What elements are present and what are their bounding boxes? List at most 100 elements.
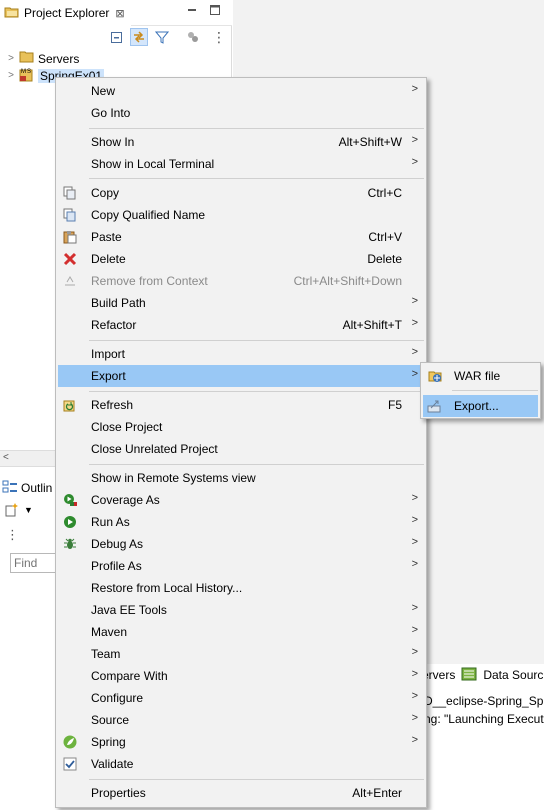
menu-item-shortcut: Ctrl+V	[368, 230, 402, 244]
focus-icon[interactable]	[184, 28, 202, 46]
folder-icon	[19, 50, 35, 67]
scroll-left-icon[interactable]: <	[3, 452, 9, 463]
project-explorer-icon	[4, 4, 20, 23]
menu-item-configure[interactable]: Configure >	[58, 687, 424, 709]
menu-item-label: Spring	[91, 735, 126, 749]
console-line: D__eclipse-Spring_Sprin	[424, 694, 544, 708]
submenu-item-war-file[interactable]: WAR file	[423, 365, 538, 387]
menu-item-close-unrelated-project[interactable]: Close Unrelated Project	[58, 438, 424, 460]
menu-item-maven[interactable]: Maven >	[58, 621, 424, 643]
tree-item-servers[interactable]: > Servers	[6, 50, 79, 67]
remove-context-icon	[62, 273, 78, 289]
export-submenu: WAR file Export...	[420, 362, 541, 419]
menu-item-source[interactable]: Source >	[58, 709, 424, 731]
submenu-arrow-icon: >	[411, 368, 418, 380]
coverage-icon	[62, 492, 78, 508]
menu-item-label: Show In	[91, 135, 135, 149]
menu-item-label: Paste	[91, 230, 122, 244]
copy-qualified-icon	[62, 207, 78, 223]
menu-item-label: Compare With	[91, 669, 168, 683]
tab-outline[interactable]: Outlin	[2, 479, 52, 497]
menu-item-refresh[interactable]: Refresh F5	[58, 394, 424, 416]
menu-item-label: Source	[91, 713, 130, 727]
menu-item-label: Go Into	[91, 106, 131, 120]
menu-separator	[89, 340, 424, 341]
submenu-arrow-icon: >	[411, 624, 418, 636]
menu-item-copy[interactable]: Copy Ctrl+C	[58, 182, 424, 204]
menu-item-label: Import	[91, 347, 126, 361]
menu-item-profile-as[interactable]: Profile As >	[58, 555, 424, 577]
view-menu-icon[interactable]: ⋮	[210, 28, 228, 46]
menu-item-copy-qualified-name[interactable]: Copy Qualified Name	[58, 204, 424, 226]
submenu-arrow-icon: >	[411, 646, 418, 658]
menu-separator	[89, 128, 424, 129]
menu-item-close-project[interactable]: Close Project	[58, 416, 424, 438]
menu-item-java-ee-tools[interactable]: Java EE Tools >	[58, 599, 424, 621]
collapse-all-icon[interactable]	[108, 28, 126, 46]
menu-item-label: Remove from Context	[91, 274, 208, 288]
menu-item-show-in[interactable]: Show In Alt+Shift+W >	[58, 131, 424, 153]
find-input[interactable]	[10, 553, 58, 573]
submenu-item-label: WAR file	[454, 369, 501, 383]
menu-item-run-as[interactable]: Run As >	[58, 511, 424, 533]
submenu-item-label: Export...	[454, 399, 499, 413]
debug-icon	[62, 536, 78, 552]
expand-arrow-icon[interactable]: >	[6, 70, 16, 81]
link-with-editor-icon[interactable]	[130, 28, 148, 46]
menu-item-new[interactable]: New >	[58, 80, 424, 102]
menu-item-label: Team	[91, 647, 121, 661]
menu-item-import[interactable]: Import >	[58, 343, 424, 365]
menu-item-label: Profile As	[91, 559, 142, 573]
delete-icon	[62, 251, 78, 267]
menu-separator	[89, 391, 424, 392]
new-icon[interactable]	[4, 502, 20, 521]
menu-item-show-in-remote-systems-view[interactable]: Show in Remote Systems view	[58, 467, 424, 489]
menu-item-label: Close Unrelated Project	[91, 442, 218, 456]
dropdown-icon[interactable]: ▼	[24, 505, 33, 515]
submenu-item-export[interactable]: Export...	[423, 395, 538, 417]
menu-item-debug-as[interactable]: Debug As >	[58, 533, 424, 555]
submenu-arrow-icon: >	[411, 514, 418, 526]
menu-item-label: Validate	[91, 757, 134, 771]
menu-item-refactor[interactable]: Refactor Alt+Shift+T >	[58, 314, 424, 336]
menu-item-label: Refresh	[91, 398, 134, 412]
menu-separator	[89, 464, 424, 465]
menu-item-properties[interactable]: Properties Alt+Enter	[58, 782, 424, 804]
menu-item-validate[interactable]: Validate	[58, 753, 424, 775]
menu-item-paste[interactable]: Paste Ctrl+V	[58, 226, 424, 248]
submenu-arrow-icon: >	[411, 690, 418, 702]
menu-item-label: Show in Local Terminal	[91, 157, 215, 171]
horizontal-scrollbar[interactable]: <	[0, 450, 60, 466]
menu-item-export[interactable]: Export >	[58, 365, 424, 387]
menu-item-label: Copy Qualified Name	[91, 208, 206, 222]
menu-item-build-path[interactable]: Build Path >	[58, 292, 424, 314]
tab-data-source[interactable]: Data Sourc	[483, 668, 543, 682]
submenu-arrow-icon: >	[411, 536, 418, 548]
svg-text:S: S	[27, 69, 31, 75]
maximize-icon[interactable]	[209, 4, 221, 16]
menu-item-show-in-local-terminal[interactable]: Show in Local Terminal >	[58, 153, 424, 175]
minimize-icon[interactable]	[186, 4, 198, 16]
tab-servers[interactable]: ervers	[422, 668, 455, 682]
menu-item-spring[interactable]: Spring >	[58, 731, 424, 753]
run-icon	[62, 514, 78, 530]
menu-item-delete[interactable]: Delete Delete	[58, 248, 424, 270]
menu-item-label: Maven	[91, 625, 128, 639]
submenu-arrow-icon: >	[411, 492, 418, 504]
view-menu-icon[interactable]: ⋮	[6, 527, 19, 543]
menu-item-restore-from-local-history[interactable]: Restore from Local History...	[58, 577, 424, 599]
submenu-arrow-icon: >	[411, 156, 418, 168]
menu-item-team[interactable]: Team >	[58, 643, 424, 665]
menu-item-shortcut: Ctrl+Alt+Shift+Down	[293, 274, 402, 288]
menu-item-label: Coverage As	[91, 493, 160, 507]
filter-icon[interactable]	[153, 28, 171, 46]
tab-project-explorer[interactable]: Project Explorer ⊠	[0, 0, 131, 26]
menu-item-shortcut: Alt+Shift+W	[338, 135, 402, 149]
menu-item-label: Export	[91, 369, 126, 383]
close-icon[interactable]: ⊠	[115, 7, 124, 20]
menu-separator	[89, 779, 424, 780]
menu-item-compare-with[interactable]: Compare With >	[58, 665, 424, 687]
menu-item-go-into[interactable]: Go Into	[58, 102, 424, 124]
expand-arrow-icon[interactable]: >	[6, 53, 16, 64]
menu-item-coverage-as[interactable]: Coverage As >	[58, 489, 424, 511]
